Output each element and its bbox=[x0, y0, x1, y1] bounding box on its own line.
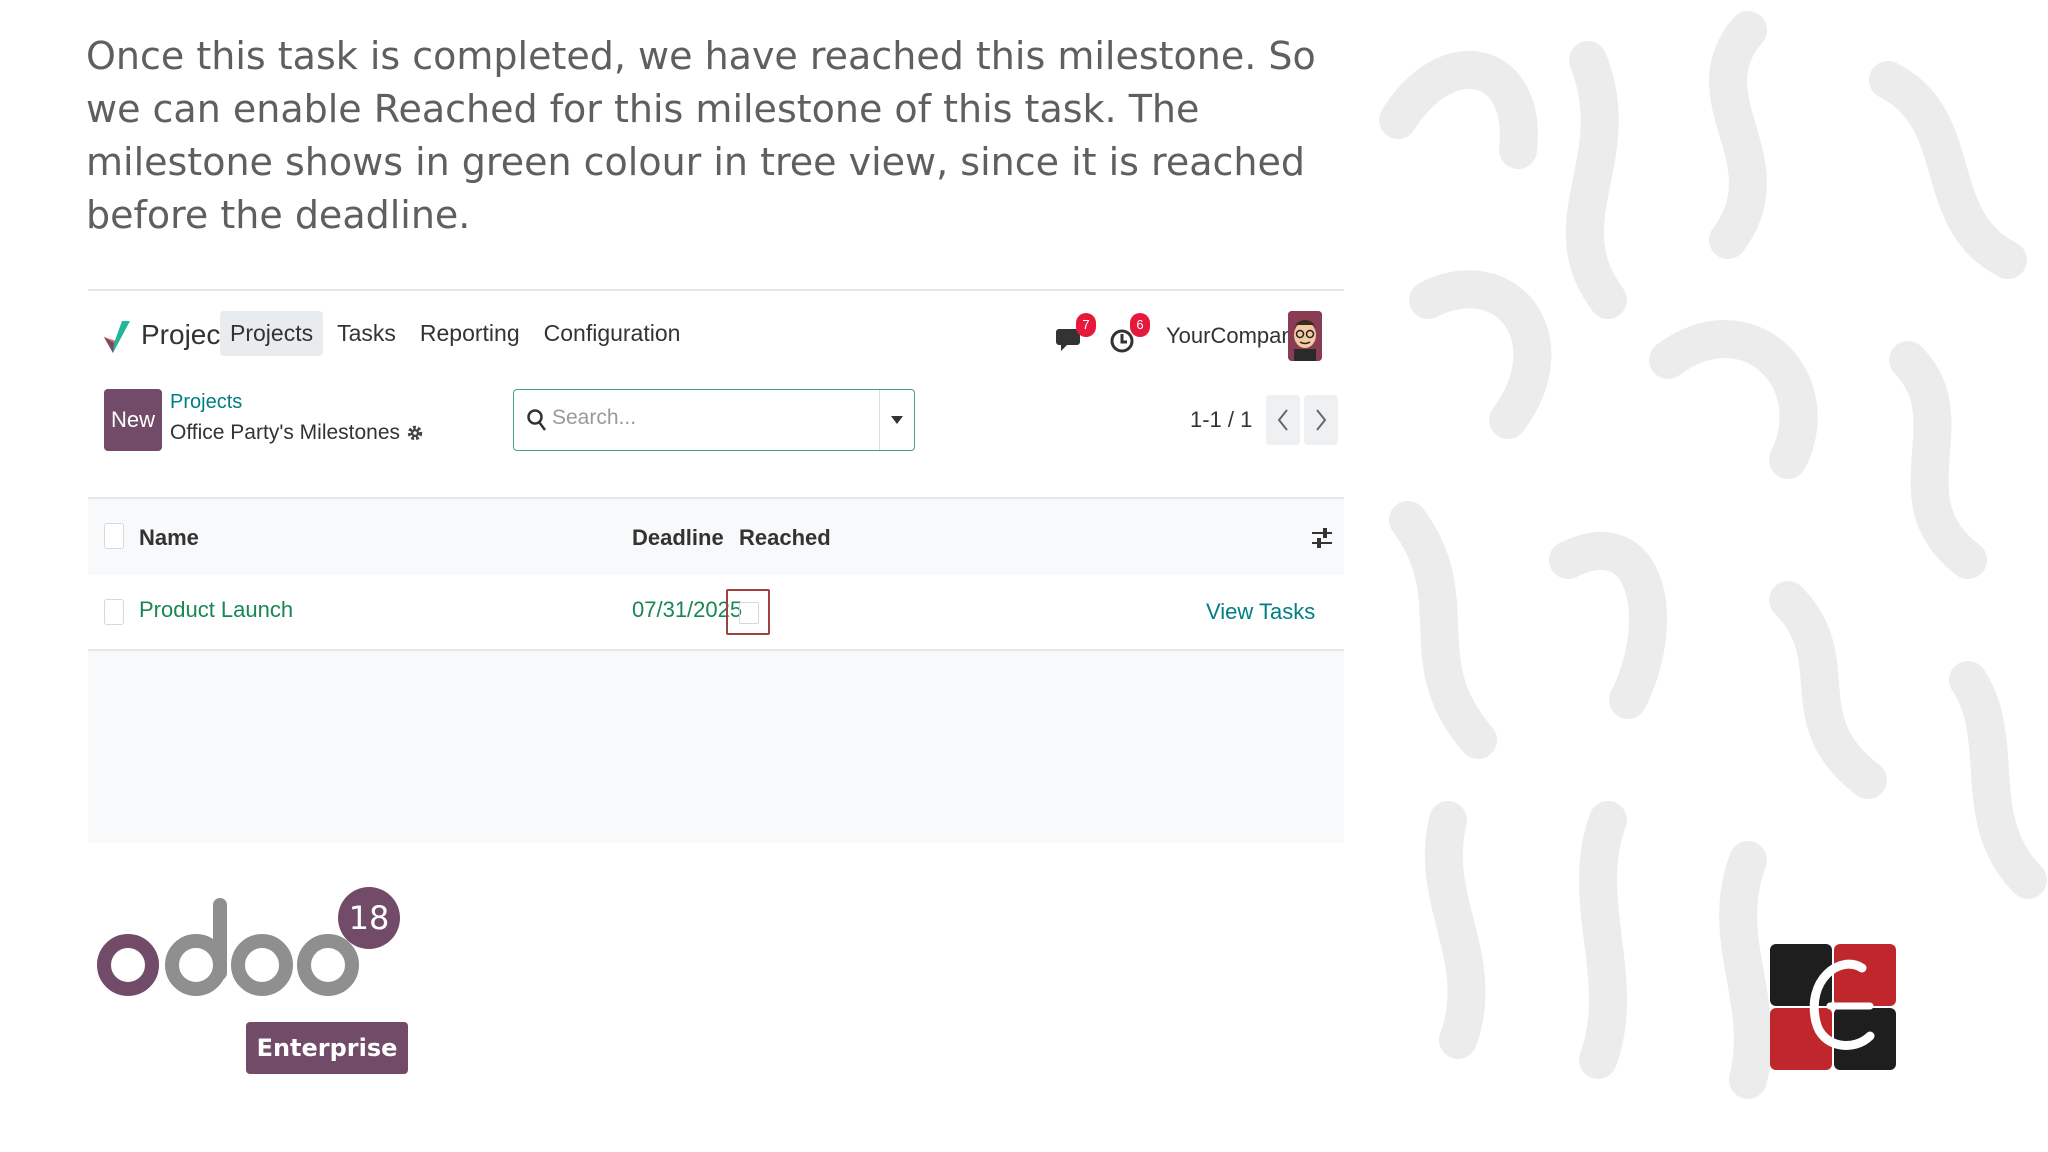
pager-next-button[interactable] bbox=[1304, 395, 1338, 445]
project-app-icon[interactable] bbox=[102, 317, 132, 357]
optional-columns-icon[interactable] bbox=[1310, 525, 1334, 551]
main-menu: Projects Tasks Reporting Configuration bbox=[220, 311, 694, 356]
breadcrumb-projects[interactable]: Projects bbox=[170, 391, 242, 414]
activities-button[interactable]: 6 bbox=[1110, 313, 1150, 357]
view-tasks-button[interactable]: View Tasks bbox=[1206, 599, 1315, 625]
activities-badge: 6 bbox=[1130, 313, 1150, 337]
search-input[interactable]: Search... bbox=[513, 389, 915, 451]
pager-previous-button[interactable] bbox=[1266, 395, 1300, 445]
menu-projects[interactable]: Projects bbox=[220, 311, 324, 356]
pager-value[interactable]: 1-1 / 1 bbox=[1190, 407, 1252, 433]
gear-icon[interactable] bbox=[406, 424, 424, 442]
column-deadline[interactable]: Deadline bbox=[632, 525, 724, 551]
odoo-logo: 18 bbox=[97, 887, 400, 996]
page-title: Office Party's Milestones bbox=[170, 421, 401, 444]
chevron-left-icon bbox=[1277, 409, 1288, 431]
menu-reporting[interactable]: Reporting bbox=[410, 311, 530, 356]
slide-caption: Once this task is completed, we have rea… bbox=[86, 34, 1316, 237]
table-row[interactable]: Product Launch 07/31/2025 View Tasks bbox=[88, 575, 1344, 651]
milestone-name[interactable]: Product Launch bbox=[139, 597, 293, 623]
messages-button[interactable]: 7 bbox=[1056, 313, 1096, 357]
search-icon bbox=[527, 409, 546, 431]
column-name[interactable]: Name bbox=[139, 525, 199, 551]
reached-checkbox[interactable] bbox=[739, 602, 759, 624]
cybrosys-logo bbox=[1770, 944, 1896, 1070]
column-reached[interactable]: Reached bbox=[739, 525, 831, 551]
breadcrumb-current: Office Party's Milestones bbox=[170, 421, 424, 445]
select-all-checkbox[interactable] bbox=[104, 523, 124, 549]
decorative-pattern bbox=[1379, 11, 2047, 1099]
avatar-face-icon bbox=[1288, 311, 1322, 361]
company-switcher[interactable]: YourCompany bbox=[1166, 323, 1305, 349]
new-button[interactable]: New bbox=[104, 389, 162, 451]
list-empty-area bbox=[88, 651, 1344, 843]
chevron-right-icon bbox=[1316, 409, 1327, 431]
top-navbar: Project Projects Tasks Reporting Configu… bbox=[88, 291, 1344, 381]
reached-checkbox-highlight[interactable] bbox=[726, 589, 770, 635]
table-header: Name Deadline Reached bbox=[88, 497, 1344, 577]
edition-label: Enterprise bbox=[246, 1022, 408, 1074]
menu-configuration[interactable]: Configuration bbox=[534, 311, 691, 356]
search-placeholder: Search... bbox=[552, 406, 637, 429]
messages-badge: 7 bbox=[1076, 313, 1096, 337]
odoo-version-badge: 18 bbox=[349, 899, 390, 937]
menu-tasks[interactable]: Tasks bbox=[327, 311, 406, 356]
control-panel: New Projects Office Party's Milestones S… bbox=[88, 389, 1344, 479]
odoo-screenshot: Project Projects Tasks Reporting Configu… bbox=[88, 289, 1344, 843]
caret-down-icon bbox=[891, 416, 903, 424]
user-avatar[interactable] bbox=[1288, 311, 1322, 361]
app-name[interactable]: Project bbox=[141, 319, 228, 351]
row-checkbox[interactable] bbox=[104, 599, 124, 625]
search-options-toggle[interactable] bbox=[879, 390, 914, 450]
